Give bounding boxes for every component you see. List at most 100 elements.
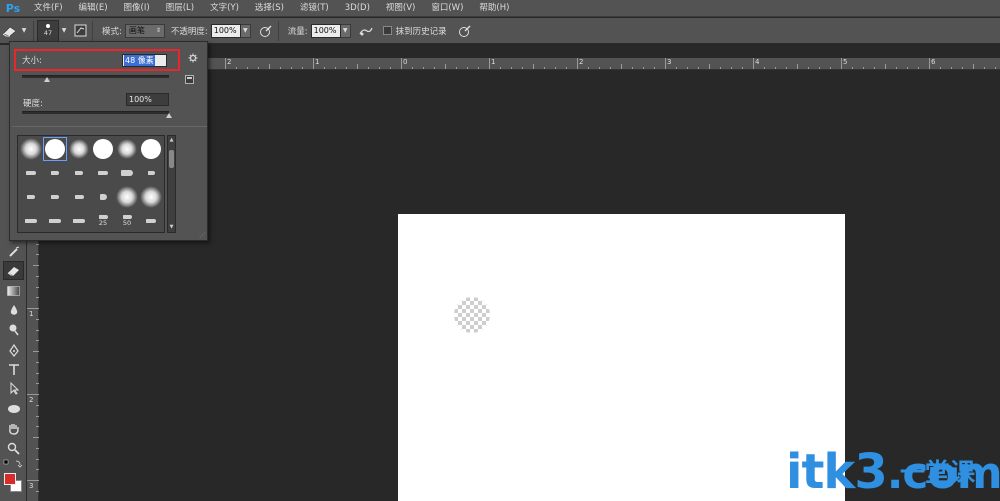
- flow-dropdown[interactable]: ▼: [340, 23, 351, 38]
- ruler-major-tick: [313, 58, 314, 69]
- ruler-minor-tick: [33, 351, 39, 352]
- preset-tip[interactable]: [115, 161, 139, 185]
- foreground-color-swatch[interactable]: [4, 473, 16, 485]
- pen-tool[interactable]: [3, 341, 24, 360]
- ruler-minor-tick: [566, 67, 567, 69]
- preset-tip[interactable]: [67, 185, 91, 209]
- ellipse-tool[interactable]: [3, 399, 24, 418]
- eraser-tool[interactable]: [3, 261, 24, 280]
- preset-tip[interactable]: [43, 185, 67, 209]
- hardness-slider-track[interactable]: [22, 111, 169, 114]
- preset-hard-round[interactable]: [91, 137, 115, 161]
- ruler-label: 2: [579, 58, 584, 66]
- scroll-up-icon[interactable]: ▲: [168, 137, 175, 143]
- scroll-down-icon[interactable]: ▼: [168, 224, 175, 230]
- preset-tip[interactable]: [43, 209, 67, 233]
- size-slider-thumb[interactable]: [43, 77, 50, 82]
- ruler-minor-tick: [863, 67, 864, 69]
- type-tool[interactable]: [3, 360, 24, 379]
- ruler-major-tick: [27, 394, 39, 395]
- menu-select[interactable]: 选择(S): [247, 0, 292, 17]
- history-brush-tool[interactable]: [3, 242, 24, 261]
- ruler-minor-tick: [621, 64, 622, 69]
- ruler-minor-tick: [346, 67, 347, 69]
- menu-layer[interactable]: 图层(L): [158, 0, 202, 17]
- brush-dot-icon: [46, 24, 50, 28]
- hard-brush-icon: [45, 139, 65, 159]
- resize-grip-icon[interactable]: ⋰: [199, 232, 205, 239]
- preset-tip[interactable]: [91, 185, 115, 209]
- erase-to-history-checkbox[interactable]: [382, 26, 392, 35]
- preset-tip[interactable]: [19, 185, 43, 209]
- ruler-minor-tick: [533, 64, 534, 69]
- default-colors-swap[interactable]: [3, 459, 23, 469]
- ruler-minor-tick: [940, 67, 941, 69]
- ruler-minor-tick: [610, 67, 611, 69]
- mode-label: 模式:: [102, 26, 122, 37]
- preset-hard-round[interactable]: [139, 137, 163, 161]
- ruler-minor-tick: [36, 275, 39, 277]
- brush-size-picker[interactable]: 47: [37, 19, 59, 42]
- flow-field[interactable]: 100%: [310, 23, 341, 38]
- preset-tip[interactable]: [67, 209, 91, 233]
- opacity-field[interactable]: 100%: [210, 23, 241, 38]
- pressure-size-button[interactable]: [456, 22, 474, 40]
- brush-preset-picker: 大小: 48 像素 硬度: 100% 25 50 ▲ ▼ ⋰: [9, 41, 208, 241]
- ruler-minor-tick: [445, 64, 446, 69]
- hardness-input[interactable]: 100%: [126, 93, 169, 106]
- preset-scrollbar[interactable]: ▲ ▼: [167, 135, 176, 233]
- preset-soft-round[interactable]: [67, 137, 91, 161]
- hardness-slider-thumb[interactable]: [166, 113, 172, 118]
- menu-window[interactable]: 窗口(W): [423, 0, 471, 17]
- opacity-dropdown[interactable]: ▼: [240, 23, 251, 38]
- gradient-tool[interactable]: [3, 281, 24, 300]
- menu-file[interactable]: 文件(F): [26, 0, 71, 17]
- preset-tip-25[interactable]: 25: [91, 209, 115, 233]
- size-input[interactable]: 48 像素: [122, 54, 167, 67]
- menu-3d[interactable]: 3D(D): [337, 0, 378, 17]
- menu-type[interactable]: 文字(Y): [202, 0, 247, 17]
- preset-soft-round[interactable]: [115, 185, 139, 209]
- preset-soft-round[interactable]: [139, 185, 163, 209]
- menu-filter[interactable]: 滤镜(T): [292, 0, 337, 17]
- brush-panel-toggle[interactable]: [71, 22, 89, 40]
- path-selection-tool[interactable]: [3, 379, 24, 398]
- preset-tip[interactable]: [139, 161, 163, 185]
- preset-tip-50[interactable]: 50: [115, 209, 139, 233]
- ruler-minor-tick: [885, 64, 886, 69]
- zoom-tool[interactable]: [3, 439, 24, 458]
- ruler-minor-tick: [599, 67, 600, 69]
- airbrush-button[interactable]: [357, 22, 375, 40]
- scroll-thumb[interactable]: [169, 150, 174, 168]
- menu-image[interactable]: 图像(I): [116, 0, 158, 17]
- pressure-opacity-button[interactable]: [257, 22, 275, 40]
- ruler-major-tick: [401, 58, 402, 69]
- document-canvas[interactable]: [398, 214, 845, 501]
- preset-tip[interactable]: [67, 161, 91, 185]
- chevron-down-icon[interactable]: ▼: [59, 20, 69, 42]
- dodge-tool[interactable]: [3, 320, 24, 339]
- ruler-label: 3: [29, 482, 34, 490]
- ruler-minor-tick: [775, 67, 776, 69]
- preset-tip[interactable]: [139, 209, 163, 233]
- gear-icon[interactable]: [188, 53, 198, 66]
- menu-edit[interactable]: 编辑(E): [71, 0, 116, 17]
- preset-tip[interactable]: [91, 161, 115, 185]
- ruler-minor-tick: [698, 67, 699, 69]
- new-preset-icon[interactable]: [185, 75, 194, 87]
- watermark-cn-text: 一堂课: [900, 458, 976, 487]
- preset-tip[interactable]: [19, 161, 43, 185]
- mode-select[interactable]: 画笔 ⇕: [124, 23, 165, 38]
- menu-view[interactable]: 视图(V): [378, 0, 423, 17]
- preset-soft-round[interactable]: [19, 137, 43, 161]
- preset-hard-round-selected[interactable]: [43, 137, 67, 161]
- ruler-label: 5: [843, 58, 848, 66]
- menu-help[interactable]: 帮助(H): [471, 0, 517, 17]
- menu-bar: Ps 文件(F) 编辑(E) 图像(I) 图层(L) 文字(Y) 选择(S) 滤…: [0, 0, 1000, 17]
- blur-tool[interactable]: [3, 301, 24, 320]
- hand-tool[interactable]: [3, 419, 24, 438]
- preset-tip[interactable]: [19, 209, 43, 233]
- eraser-tool-preset[interactable]: ▼: [0, 20, 30, 42]
- preset-soft-round[interactable]: [115, 137, 139, 161]
- preset-tip[interactable]: [43, 161, 67, 185]
